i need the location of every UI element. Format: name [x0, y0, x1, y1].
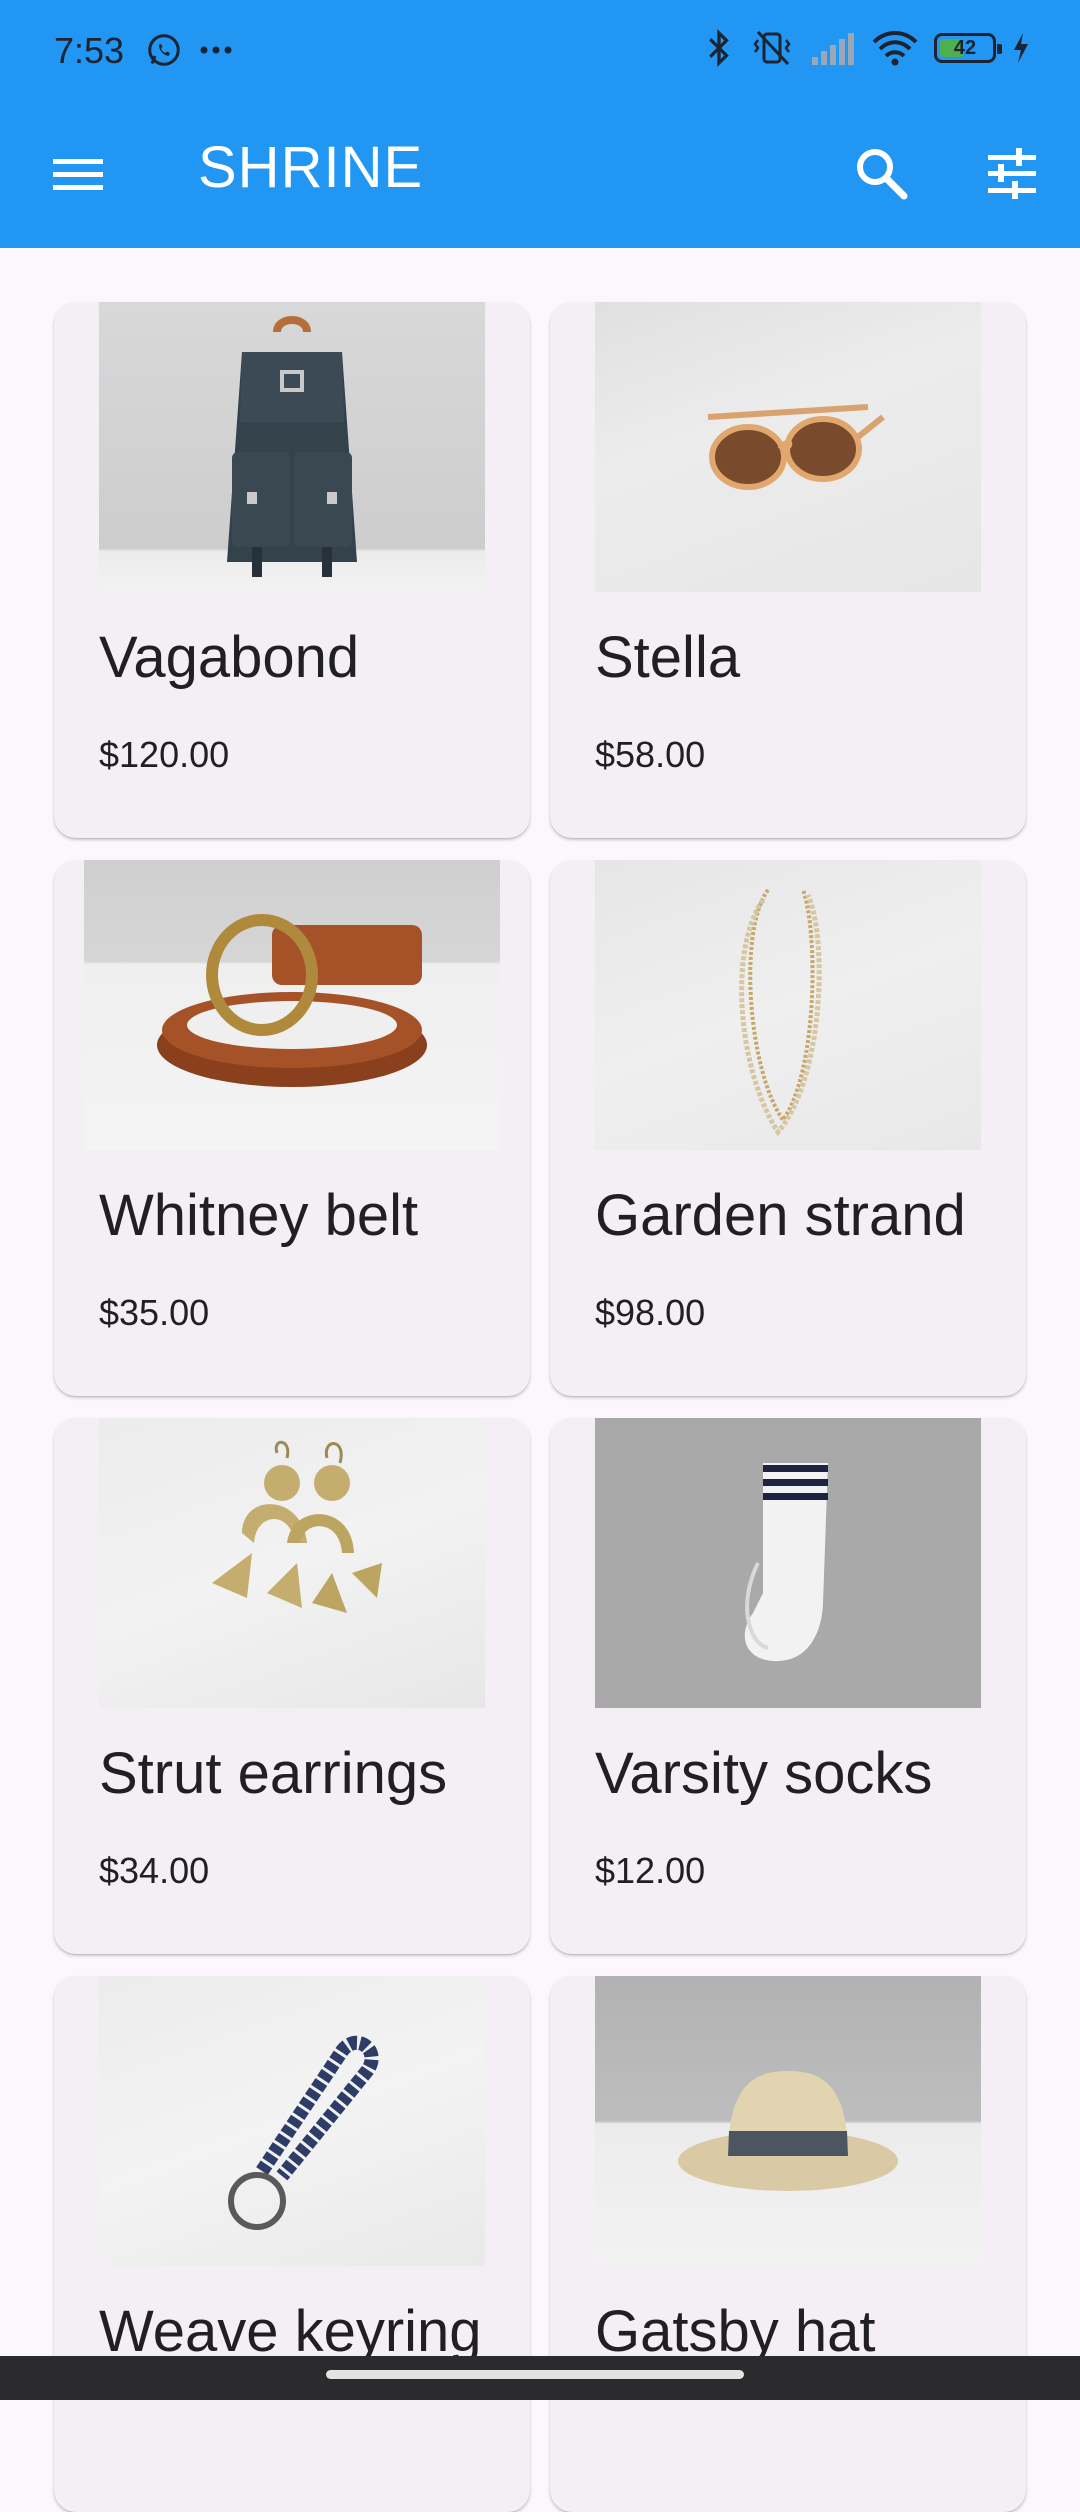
product-name: Stella: [595, 625, 741, 690]
product-name: Weave keyring: [99, 2299, 482, 2364]
product-image: [595, 860, 981, 1150]
keyring-image: [228, 2035, 379, 2230]
product-image: [595, 1976, 981, 2266]
signal-icon: [812, 33, 854, 65]
product-price: $98.00: [595, 1292, 706, 1333]
product-name: Gatsby hat: [595, 2299, 876, 2364]
product-price: $120.00: [99, 734, 230, 775]
product-price: $35.00: [99, 1292, 210, 1333]
product-name: Whitney belt: [99, 1183, 419, 1248]
product-card[interactable]: Whitney belt $35.00: [54, 860, 530, 1396]
more-dots-icon: [200, 46, 232, 54]
product-grid: Vagabond $120.00 Stella $58.00 Whitney b…: [54, 302, 1026, 2512]
product-image: [99, 1418, 485, 1708]
bluetooth-icon: [709, 29, 729, 67]
menu-icon: [53, 159, 103, 190]
earrings-image: [212, 1440, 382, 1613]
product-image: [595, 1418, 981, 1708]
product-card[interactable]: Garden strand $98.00: [550, 860, 1026, 1396]
filter-button[interactable]: [984, 146, 1040, 202]
tune-icon: [988, 148, 1036, 199]
product-image: [99, 302, 485, 592]
product-card[interactable]: Gatsby hat: [550, 1976, 1026, 2512]
product-card[interactable]: Varsity socks $12.00: [550, 1418, 1026, 1954]
belt-image: [157, 914, 427, 1087]
backpack-image: [227, 316, 357, 577]
product-name: Vagabond: [99, 625, 360, 690]
product-name: Varsity socks: [595, 1741, 933, 1806]
status-left-icons: [146, 32, 234, 68]
search-button[interactable]: [852, 144, 912, 204]
socks-image: [744, 1463, 828, 1662]
hat-image: [678, 2071, 898, 2191]
product-image: [84, 860, 500, 1150]
status-right-icons: 42: [704, 28, 1030, 68]
wifi-icon: [872, 31, 918, 66]
sunglasses-image: [707, 404, 885, 490]
navigation-bar: [0, 2356, 1080, 2400]
product-price: $58.00: [595, 734, 706, 775]
product-image: [595, 302, 981, 592]
status-time: 7:53: [54, 30, 125, 71]
vibrate-off-icon: [753, 30, 791, 66]
battery-level: 42: [953, 36, 977, 59]
app-title: SHRINE: [198, 135, 424, 200]
product-card[interactable]: Weave keyring: [54, 1976, 530, 2512]
product-card[interactable]: Strut earrings $34.00: [54, 1418, 530, 1954]
home-gesture-handle[interactable]: [326, 2370, 744, 2379]
app-bar: SHRINE: [0, 108, 1080, 248]
product-card[interactable]: Stella $58.00: [550, 302, 1026, 838]
whatsapp-icon: [148, 34, 180, 66]
charging-icon: [1014, 33, 1028, 63]
necklace-image: [739, 888, 822, 1137]
product-price: $34.00: [99, 1850, 210, 1891]
status-bar: 7:53 42: [0, 0, 1080, 108]
search-icon: [857, 149, 908, 200]
product-name: Garden strand: [595, 1183, 966, 1248]
product-name: Strut earrings: [99, 1741, 448, 1806]
product-image: [99, 1976, 485, 2266]
product-card[interactable]: Vagabond $120.00: [54, 302, 530, 838]
battery-icon: 42: [934, 33, 1002, 63]
menu-button[interactable]: [50, 146, 106, 202]
product-price: $12.00: [595, 1850, 706, 1891]
